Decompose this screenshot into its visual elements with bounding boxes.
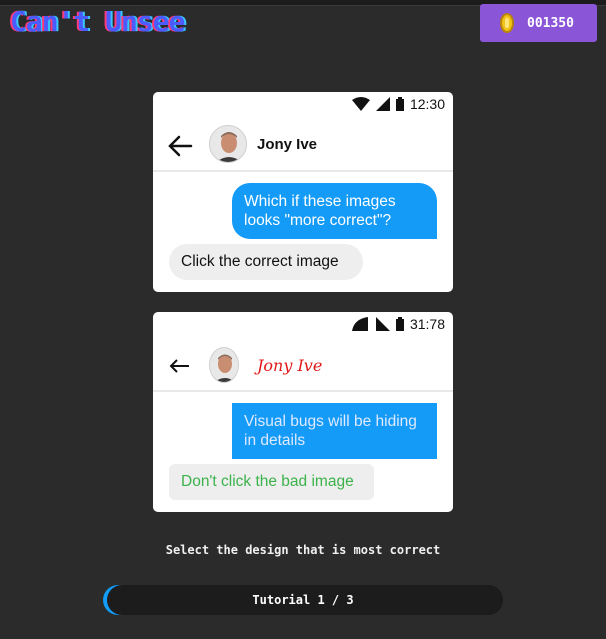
- progress-label: Tutorial 1 / 3: [252, 593, 354, 607]
- status-time: 31:78: [409, 316, 445, 332]
- incoming-message: Click the correct image: [169, 244, 363, 280]
- tutorial-progress-bar: Tutorial 1 / 3: [103, 585, 503, 615]
- outgoing-message: Visual bugs will be hiding in details: [232, 403, 437, 459]
- back-arrow-icon[interactable]: [167, 133, 193, 159]
- status-bar: 31:78: [351, 316, 445, 332]
- battery-icon: [395, 317, 404, 331]
- outgoing-message: Which if these images looks "more correc…: [232, 183, 437, 239]
- chat-header: Jony Ive: [153, 122, 453, 172]
- avatar: [209, 347, 239, 383]
- wifi-icon: [351, 317, 368, 331]
- signal-icon: [375, 317, 390, 331]
- coin-count: 001350: [527, 15, 574, 31]
- chat-header: Jony Ive: [153, 342, 453, 392]
- contact-name: Jony Ive: [257, 136, 318, 153]
- coin-icon: [500, 13, 514, 33]
- person-icon: [210, 126, 246, 162]
- coin-counter: 001350: [480, 4, 597, 42]
- game-logo: Can't Unsee: [10, 5, 185, 38]
- status-time: 12:30: [409, 96, 445, 112]
- back-arrow-icon[interactable]: [167, 353, 193, 379]
- avatar: [209, 125, 247, 163]
- design-option-b[interactable]: 31:78 Jony Ive Visual bugs will be hidin…: [153, 312, 453, 512]
- wifi-icon: [351, 97, 370, 111]
- design-option-a[interactable]: 12:30 Jony Ive Which if these images loo…: [153, 92, 453, 292]
- person-icon: [210, 348, 238, 382]
- status-bar: 12:30: [351, 96, 445, 112]
- incoming-message: Don't click the bad image: [169, 464, 374, 500]
- signal-icon: [375, 97, 390, 111]
- contact-name: Jony Ive: [257, 356, 323, 375]
- battery-icon: [395, 97, 404, 111]
- instruction-text: Select the design that is most correct: [165, 543, 441, 557]
